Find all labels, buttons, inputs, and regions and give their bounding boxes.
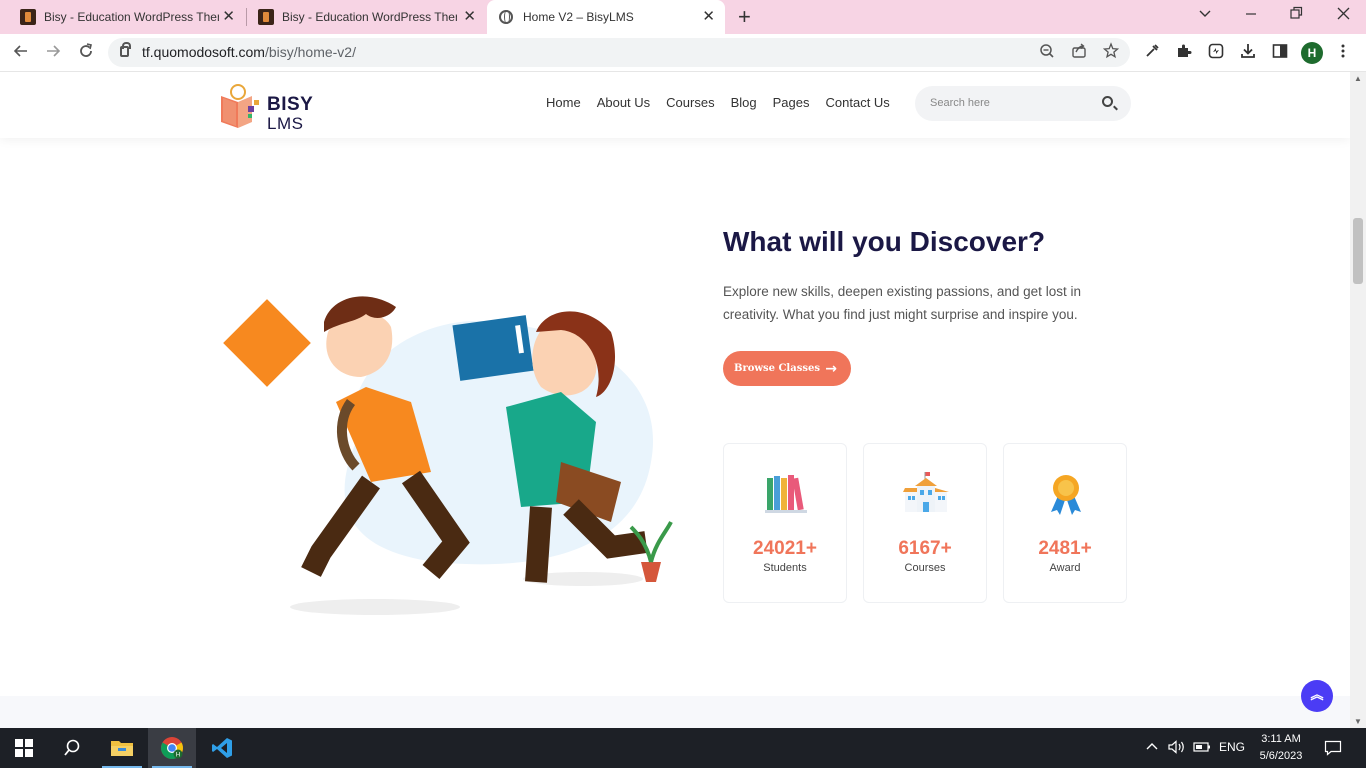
forward-arrow-icon[interactable] — [44, 42, 62, 65]
start-button[interactable] — [0, 728, 48, 768]
back-to-top-button[interactable]: ︽ — [1301, 680, 1333, 712]
extensions-puzzle-icon[interactable] — [1176, 43, 1192, 64]
minimize-icon[interactable] — [1245, 6, 1257, 25]
battery-icon[interactable] — [1193, 740, 1211, 757]
sync-extension-icon[interactable] — [1208, 43, 1224, 64]
browser-toolbar: tf.quomodosoft.com/bisy/home-v2/ H — [0, 34, 1366, 72]
menu-about-us[interactable]: About Us — [597, 95, 650, 110]
browse-classes-label: Browse Classes — [734, 363, 820, 374]
logo-lms-text: LMS — [267, 114, 304, 133]
search-icon[interactable] — [1102, 96, 1113, 107]
browser-tab-active[interactable]: Home V2 – BisyLMS ✕ — [487, 0, 725, 34]
browse-classes-button[interactable]: Browse Classes → — [723, 351, 851, 386]
taskbar-search-button[interactable] — [48, 728, 96, 768]
stat-card-award: 2481+ Award — [1003, 443, 1127, 603]
file-explorer-app[interactable] — [98, 728, 146, 768]
eyedropper-extension-icon[interactable] — [1144, 43, 1160, 64]
back-arrow-icon[interactable] — [12, 42, 30, 65]
lock-icon — [120, 42, 131, 57]
search-placeholder: Search here — [930, 97, 990, 109]
stat-label: Award — [1049, 562, 1081, 574]
site-search-input[interactable]: Search here — [915, 86, 1131, 121]
menu-courses[interactable]: Courses — [666, 95, 714, 110]
chrome-app[interactable]: H — [148, 728, 196, 768]
restore-icon[interactable] — [1290, 6, 1303, 25]
tab-title: Home V2 – BisyLMS — [523, 10, 634, 24]
stat-value: 2481+ — [1038, 538, 1092, 559]
stat-label: Courses — [904, 562, 946, 574]
main-menu: Home About Us Courses Blog Pages Contact… — [546, 95, 906, 110]
windows-logo-icon — [15, 739, 33, 757]
svg-text:H: H — [176, 752, 181, 759]
windows-taskbar: H ENG 3:11 AM 5/6/2023 — [0, 728, 1366, 768]
next-section-band — [0, 696, 1350, 728]
clock-time: 3:11 AM — [1261, 733, 1301, 745]
stat-card-courses: 6167+ Courses — [863, 443, 987, 603]
logo-bisy-text: BISY — [267, 94, 314, 115]
books-icon — [765, 475, 807, 513]
award-medal-icon — [1051, 475, 1081, 515]
system-clock[interactable]: 3:11 AM 5/6/2023 — [1256, 731, 1306, 765]
vscode-icon — [212, 738, 232, 758]
share-icon[interactable] — [1071, 42, 1087, 65]
scroll-down-arrow-icon[interactable]: ▼ — [1354, 717, 1362, 726]
page-scrollbar[interactable]: ▲ ▼ — [1350, 72, 1366, 728]
show-hidden-icons-chevron-icon[interactable] — [1145, 740, 1159, 757]
menu-home[interactable]: Home — [546, 95, 581, 110]
address-bar[interactable]: tf.quomodosoft.com/bisy/home-v2/ — [108, 38, 1130, 67]
close-window-icon[interactable] — [1337, 6, 1350, 25]
students-jumping-illustration — [223, 296, 673, 615]
page-viewport: BISY LMS Home About Us Courses Blog Page… — [0, 72, 1350, 728]
folder-icon — [111, 741, 133, 756]
notifications-icon[interactable] — [1324, 740, 1342, 759]
discover-title: What will you Discover? — [723, 226, 1046, 257]
browser-tab-bar: Bisy - Education WordPress Them ✕ Bisy -… — [0, 0, 1366, 34]
language-indicator[interactable]: ENG — [1219, 740, 1245, 754]
tab-divider — [246, 8, 247, 26]
download-icon[interactable] — [1240, 43, 1256, 64]
chrome-icon: H — [161, 737, 183, 759]
profile-avatar[interactable]: H — [1301, 42, 1323, 64]
tab-title: Bisy - Education WordPress Them — [44, 10, 219, 24]
tab-close-icon[interactable]: ✕ — [702, 9, 715, 25]
tab-close-icon[interactable]: ✕ — [222, 9, 235, 25]
scroll-up-arrow-icon[interactable]: ▲ — [1354, 74, 1362, 83]
discover-description: Explore new skills, deepen existing pass… — [723, 284, 1081, 322]
bisy-favicon-icon — [20, 9, 36, 25]
bookmark-star-icon[interactable] — [1102, 42, 1120, 65]
browser-tab-2[interactable]: Bisy - Education WordPress Them ✕ — [248, 0, 486, 34]
volume-icon[interactable] — [1168, 740, 1186, 757]
arrow-right-icon: → — [825, 361, 837, 377]
new-tab-button[interactable]: + — [738, 6, 751, 28]
more-menu-icon[interactable] — [1340, 43, 1346, 64]
stats-row: 24021+ Students 6167+ Courses 2481+ Awar… — [723, 443, 1143, 603]
school-building-icon — [903, 472, 949, 512]
menu-contact-us[interactable]: Contact Us — [826, 95, 890, 110]
reload-icon[interactable] — [77, 42, 95, 65]
stat-value: 24021+ — [753, 538, 817, 559]
clock-date: 5/6/2023 — [1259, 750, 1303, 762]
zoom-icon[interactable] — [1039, 42, 1055, 65]
side-panel-icon[interactable] — [1272, 43, 1288, 64]
stat-card-students: 24021+ Students — [723, 443, 847, 603]
tab-title: Bisy - Education WordPress Them — [282, 10, 457, 24]
stat-value: 6167+ — [898, 538, 952, 559]
vscode-app[interactable] — [198, 728, 246, 768]
menu-pages[interactable]: Pages — [773, 95, 810, 110]
scrollbar-thumb[interactable] — [1353, 218, 1363, 284]
stat-label: Students — [763, 562, 807, 574]
search-icon — [64, 739, 80, 756]
url-text[interactable]: tf.quomodosoft.com/bisy/home-v2/ — [142, 44, 356, 60]
tab-close-icon[interactable]: ✕ — [463, 9, 476, 25]
tab-search-chevron-icon[interactable] — [1198, 6, 1212, 25]
book-logo-icon — [221, 84, 259, 128]
browser-tab-1[interactable]: Bisy - Education WordPress Them ✕ — [0, 0, 245, 34]
bisy-favicon-icon — [258, 9, 274, 25]
globe-icon — [499, 10, 513, 24]
site-header: BISY LMS Home About Us Courses Blog Page… — [0, 72, 1350, 138]
bisy-lms-logo[interactable]: BISY LMS — [218, 80, 318, 133]
menu-blog[interactable]: Blog — [731, 95, 757, 110]
